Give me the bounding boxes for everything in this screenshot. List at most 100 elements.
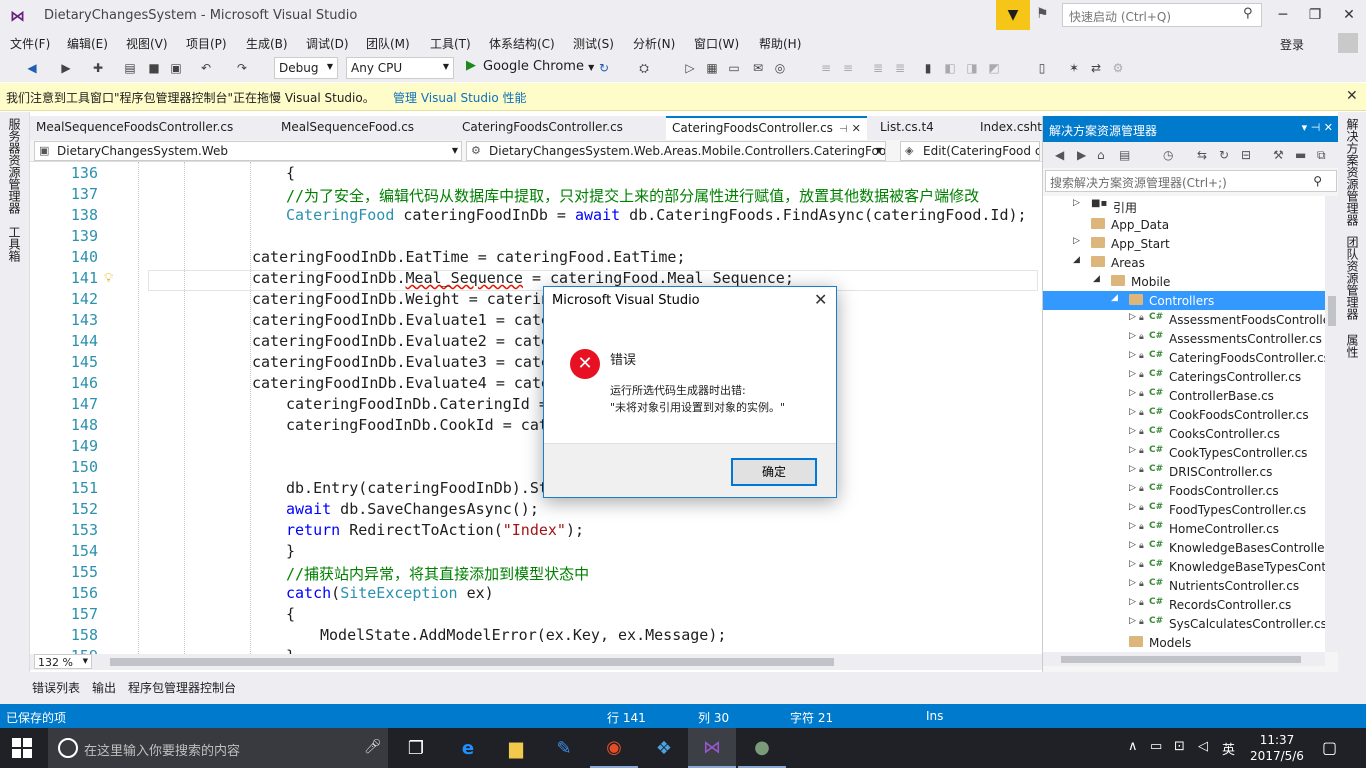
tree-item[interactable]: ▷ 🔒︎ C# CateringsController.cs: [1043, 367, 1325, 386]
new-project-icon[interactable]: ✚: [90, 60, 106, 76]
code-editor[interactable]: 136 {137 //为了安全，编辑代码从数据库中提取，只对提交上来的部分属性进行赋…: [30, 162, 1042, 654]
menu-test[interactable]: 测试(S): [573, 35, 614, 52]
expand-icon[interactable]: ▷: [1129, 369, 1136, 379]
feedback-icon[interactable]: ⚑: [1036, 6, 1054, 24]
code-line[interactable]: 144 cateringFoodInDb.Evaluate2 = cater: [30, 332, 1040, 353]
collapse-all-icon[interactable]: ⊟: [1241, 148, 1251, 162]
close-button[interactable]: ✕: [1332, 4, 1366, 26]
tree-item[interactable]: ◢ Controllers: [1043, 291, 1325, 310]
scroll-thumb[interactable]: [1328, 296, 1336, 326]
expand-icon[interactable]: ▷: [1073, 236, 1080, 246]
menu-debug[interactable]: 调试(D): [306, 35, 349, 52]
windows-start-icon[interactable]: [12, 738, 32, 758]
code-line[interactable]: 143 cateringFoodInDb.Evaluate1 = cater: [30, 311, 1040, 332]
avatar[interactable]: [1338, 33, 1358, 53]
show-hidden-icons-icon[interactable]: ∧: [1128, 739, 1138, 754]
back-icon[interactable]: ◀: [24, 60, 40, 76]
prev-bookmark-icon[interactable]: ◧: [942, 60, 958, 76]
uncomment-icon[interactable]: ≣: [892, 60, 908, 76]
step-icon[interactable]: ▷: [682, 60, 698, 76]
close-icon[interactable]: ✕: [852, 122, 861, 135]
code-line[interactable]: 155 //捕获站内异常，将其直接添加到模型状态中: [30, 563, 1040, 584]
expand-icon[interactable]: ▷: [1129, 540, 1136, 550]
tree-item[interactable]: ▷🔒︎ C# KnowledgeBasesController.cs: [1043, 538, 1325, 557]
expand-icon[interactable]: ▷: [1129, 597, 1136, 607]
panel-controls[interactable]: ▾ ⊣ ✕: [1302, 121, 1333, 134]
start-debugging-icon[interactable]: ▶: [466, 58, 476, 73]
add-item-icon[interactable]: ✶: [1066, 60, 1082, 76]
visual-studio-taskbar-icon[interactable]: ⋈: [688, 728, 736, 768]
redo-icon[interactable]: ↷: [234, 60, 250, 76]
tab-list-cs-t4[interactable]: List.cs.t4: [874, 116, 940, 140]
tree-item[interactable]: ▷ 🔒︎ C# ControllerBase.cs: [1043, 386, 1325, 405]
tree-item[interactable]: ▷ 🔒︎ C# HomeController.cs: [1043, 519, 1325, 538]
network-icon[interactable]: ⊡: [1174, 739, 1185, 754]
dialog-close-button[interactable]: ✕: [814, 290, 827, 309]
refresh-icon[interactable]: ↻: [1219, 148, 1229, 162]
scroll-thumb[interactable]: [1061, 656, 1301, 663]
tree-item[interactable]: ▷🔒︎ C# AssessmentFoodsController.cs: [1043, 310, 1325, 329]
comment-icon[interactable]: ≣: [870, 60, 886, 76]
tree-item[interactable]: ◢ Areas: [1043, 253, 1325, 272]
tree-item[interactable]: ◢ Mobile: [1043, 272, 1325, 291]
configuration-select[interactable]: Debug ▼: [274, 57, 338, 79]
search-icon[interactable]: ⚲: [1243, 6, 1253, 21]
taskbar-search-box[interactable]: 在这里输入你要搜索的内容 🎤︎: [48, 728, 388, 768]
forward-icon[interactable]: ▶: [1077, 148, 1086, 162]
file-explorer-icon[interactable]: ▆: [492, 728, 540, 768]
back-icon[interactable]: ◀: [1055, 148, 1064, 162]
extension-icon[interactable]: ⚙: [1110, 60, 1126, 76]
tree-item[interactable]: ▷ 🔒︎ C# FoodTypesController.cs: [1043, 500, 1325, 519]
zoom-select[interactable]: 132 % ▼: [34, 654, 92, 669]
expand-icon[interactable]: ◢: [1093, 274, 1100, 284]
next-bookmark-icon[interactable]: ◨: [964, 60, 980, 76]
code-line[interactable]: 139: [30, 227, 1040, 248]
code-line[interactable]: 146 cateringFoodInDb.Evaluate4 = cater: [30, 374, 1040, 395]
mail-icon[interactable]: ✉: [750, 60, 766, 76]
ok-button[interactable]: 确定: [731, 458, 817, 486]
tab-package-manager-console[interactable]: 程序包管理器控制台: [128, 679, 236, 696]
code-line[interactable]: 152 await db.SaveChangesAsync();: [30, 500, 1040, 521]
code-line[interactable]: 141 💡︎ cateringFoodInDb.Meal_Sequence = ca…: [30, 269, 1040, 290]
expand-icon[interactable]: ▷: [1129, 578, 1136, 588]
code-line[interactable]: 140 cateringFoodInDb.EatTime = cateringFo…: [30, 248, 1040, 269]
switch-views-icon[interactable]: ▤: [1119, 148, 1130, 162]
tree-item[interactable]: ▷ 🔒︎ C# CookTypesController.cs: [1043, 443, 1325, 462]
infobar-close-button[interactable]: ✕: [1346, 88, 1358, 104]
tree-item[interactable]: ▷ 🔒︎ C# AssessmentsController.cs: [1043, 329, 1325, 348]
solution-explorer-tab[interactable]: 解决方案资源管理器: [1344, 118, 1361, 226]
browser-link-icon[interactable]: ⛭: [636, 60, 652, 76]
menu-help[interactable]: 帮助(H): [759, 35, 801, 52]
save-all-icon[interactable]: ▣: [168, 60, 184, 76]
taskbar-clock[interactable]: 11:37 2017/5/6: [1246, 732, 1308, 764]
show-all-files-icon[interactable]: ▬: [1295, 148, 1306, 162]
lightbulb-icon[interactable]: 💡︎: [104, 271, 113, 286]
tree-item[interactable]: ▷ ■▪ 引用: [1043, 196, 1325, 215]
properties-tab[interactable]: 属性: [1344, 334, 1361, 358]
tab-error-list[interactable]: 错误列表: [32, 679, 80, 696]
battery-icon[interactable]: ▭: [1150, 739, 1162, 754]
expand-icon[interactable]: ▷: [1129, 350, 1136, 360]
expand-icon[interactable]: ▷: [1129, 559, 1136, 569]
package-icon[interactable]: ▦: [704, 60, 720, 76]
menu-edit[interactable]: 编辑(E): [67, 35, 108, 52]
tab-mealsequencefood[interactable]: MealSequenceFood.cs: [275, 116, 420, 140]
tab-mealsequencefoodscontroller[interactable]: MealSequenceFoodsController.cs: [30, 116, 239, 140]
tree-vertical-scrollbar[interactable]: [1325, 196, 1339, 652]
menu-file[interactable]: 文件(F): [10, 35, 50, 52]
sync-icon[interactable]: ⇄: [1088, 60, 1104, 76]
member-dropdown[interactable]: ◈ Edit(CateringFood cateringFood): [900, 141, 1040, 161]
expand-icon[interactable]: ▷: [1129, 521, 1136, 531]
sign-in-link[interactable]: 登录: [1280, 36, 1304, 53]
tree-item[interactable]: ▷ 🔒︎ C# CookFoodsController.cs: [1043, 405, 1325, 424]
quick-launch-input[interactable]: 快速启动 (Ctrl+Q): [1062, 3, 1262, 27]
minimize-button[interactable]: ─: [1266, 4, 1300, 26]
pin-icon[interactable]: ⊣: [839, 124, 848, 135]
bookmark-icon[interactable]: ▮: [920, 60, 936, 76]
tree-item[interactable]: ▷ 🔒︎ C# FoodsController.cs: [1043, 481, 1325, 500]
tree-item[interactable]: ▷ 🔒︎ C# SysCalculatesController.cs: [1043, 614, 1325, 633]
code-line[interactable]: 150: [30, 458, 1040, 479]
tab-cateringfoodscontroller-active[interactable]: CateringFoodsController.cs ⊣ ✕: [666, 116, 867, 140]
tree-item[interactable]: ▷🔒︎ C# KnowledgeBaseTypesController.cs: [1043, 557, 1325, 576]
menu-architecture[interactable]: 体系结构(C): [489, 35, 555, 52]
